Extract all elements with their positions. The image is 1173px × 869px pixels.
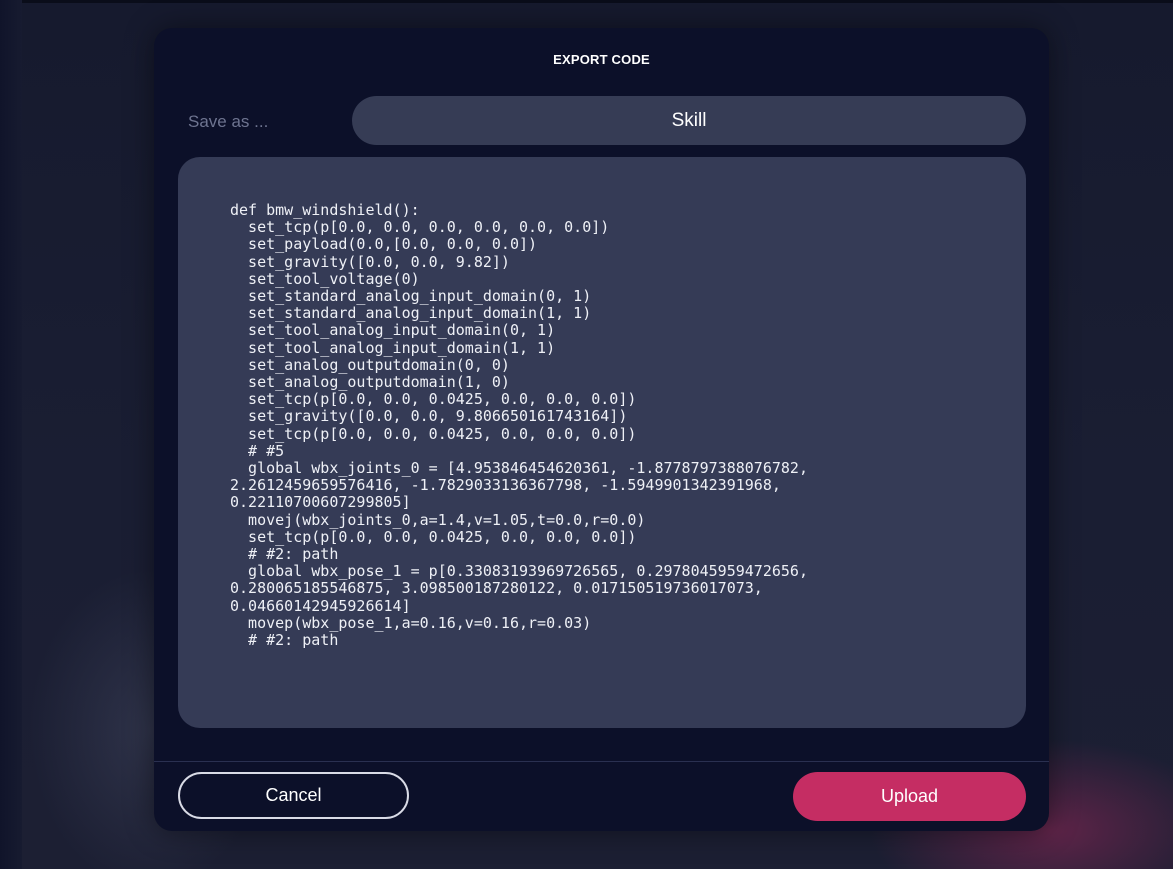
exported-code: def bmw_windshield(): set_tcp(p[0.0, 0.0…: [230, 201, 808, 650]
save-as-label: Save as ...: [188, 112, 269, 131]
top-edge: [0, 0, 1173, 3]
footer-divider: [154, 761, 1049, 762]
cancel-button[interactable]: Cancel: [178, 772, 409, 819]
left-edge: [0, 0, 22, 869]
export-code-dialog: EXPORT CODE Save as ... def bmw_windshie…: [154, 28, 1049, 831]
code-panel[interactable]: def bmw_windshield(): set_tcp(p[0.0, 0.0…: [178, 157, 1026, 728]
dialog-title: EXPORT CODE: [553, 52, 650, 67]
upload-button[interactable]: Upload: [793, 772, 1026, 821]
skill-name-input[interactable]: [352, 96, 1026, 145]
